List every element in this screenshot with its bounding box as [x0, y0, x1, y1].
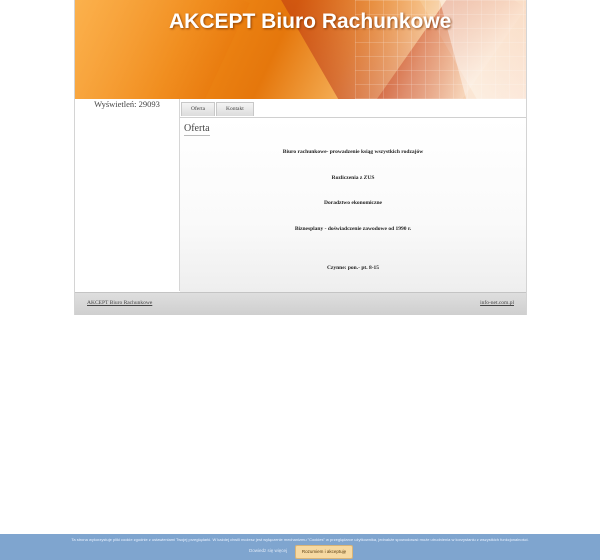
header-banner: AKCEPT Biuro Rachunkowe — [75, 0, 526, 99]
footer-home-link[interactable]: AKCEPT Biuro Rachunkowe — [87, 300, 152, 306]
cookie-notice-text: Ta strona wykorzystuje pliki cookie zgod… — [71, 537, 529, 542]
main-content: Oferta Biuro rachunkowe- prowadzenie ksi… — [180, 117, 526, 292]
tab-oferta[interactable]: Oferta — [181, 102, 216, 116]
cookie-accept-button[interactable]: Rozumiem i akceptuję — [295, 545, 353, 559]
tab-bar: Oferta Kontakt — [181, 102, 255, 117]
offer-line: Rozliczenia z ZUS — [331, 175, 375, 181]
site-title: AKCEPT Biuro Rachunkowe — [169, 10, 452, 33]
offer-line: Biuro rachunkowe- prowadzenie ksiąg wszy… — [282, 149, 424, 155]
site-container: AKCEPT Biuro Rachunkowe Wyświetleń: 2909… — [74, 0, 527, 315]
opening-hours: Czynne: pon.- pt. 8-15 — [326, 265, 380, 271]
page-title: Oferta — [184, 123, 210, 136]
footer: AKCEPT Biuro Rachunkowe info-net.com.pl — [75, 292, 526, 315]
footer-credit-link[interactable]: info-net.com.pl — [480, 300, 514, 306]
cookie-more-link[interactable]: Dowiedz się więcej — [249, 548, 287, 553]
view-counter: Wyświetleń: 29093 — [94, 99, 160, 109]
left-sidebar: Wyświetleń: 29093 — [75, 99, 180, 291]
tab-kontakt[interactable]: Kontakt — [216, 102, 254, 116]
offer-line: Biznesplany - doświadczenie zawodowe od … — [294, 226, 412, 232]
offer-line: Doradztwo ekonomiczne — [324, 200, 382, 206]
cookie-consent-bar: Ta strona wykorzystuje pliki cookie zgod… — [0, 534, 600, 560]
